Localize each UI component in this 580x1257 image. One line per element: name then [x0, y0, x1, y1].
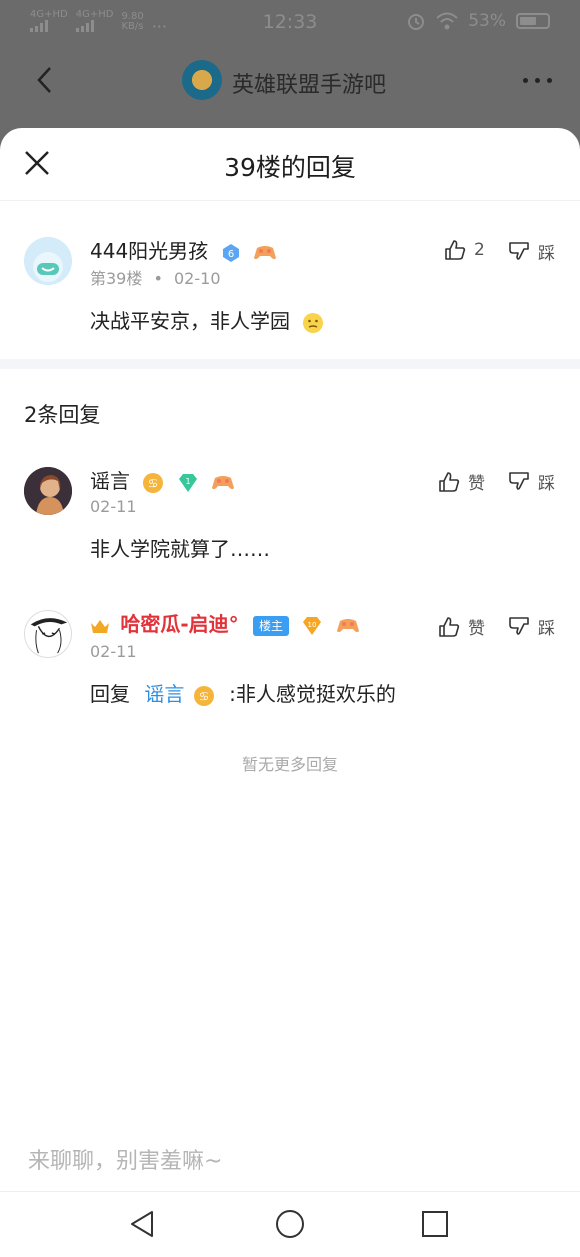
- emoji-icon: [303, 312, 324, 333]
- post-floor: 第39楼: [90, 269, 143, 288]
- reply-count-row: 2条回复: [0, 369, 580, 449]
- battery-icon: [516, 13, 550, 29]
- meta-dot: •: [153, 269, 163, 288]
- avatar[interactable]: [24, 467, 72, 515]
- reply-content: 非人学院就算了……: [90, 537, 270, 561]
- reply-level: 1: [185, 477, 190, 486]
- dislike-label: 踩: [538, 619, 555, 639]
- nav-back-icon[interactable]: [126, 1207, 160, 1241]
- like-label: 赞: [468, 619, 485, 639]
- gamepad-icon: [212, 475, 235, 489]
- alarm-icon: [408, 14, 425, 30]
- system-nav-bar: [0, 1192, 580, 1257]
- dislike-label: 踩: [538, 244, 555, 264]
- reply-item: 哈密瓜-启迪° 楼主 10 02-11 回复 谣言 ♋ :非人感觉挺欢乐的 赞 …: [0, 594, 580, 739]
- reply-suffix: :非人感觉挺欢乐的: [229, 682, 396, 706]
- dislike-button[interactable]: 踩: [508, 239, 555, 264]
- svg-text:♋: ♋: [148, 476, 159, 490]
- dislike-button[interactable]: 踩: [508, 614, 555, 639]
- sheet-header: 39楼的回复: [0, 128, 580, 201]
- section-divider: [0, 359, 580, 369]
- avatar[interactable]: [24, 610, 72, 658]
- forum-logo: [182, 60, 222, 100]
- gamepad-icon: [253, 245, 276, 259]
- post-content-text: 决战平安京，非人学园: [90, 309, 290, 333]
- avatar-sketch-icon: [30, 618, 68, 654]
- reply-sheet: 39楼的回复 444阳光男孩 6 第39楼 • 02-10 决战平安京，非人学园…: [0, 128, 580, 1257]
- reply-username[interactable]: 哈密瓜-启迪° 楼主 10: [90, 608, 360, 637]
- post-meta: 第39楼 • 02-10: [90, 265, 221, 289]
- post-content: 决战平安京，非人学园: [90, 305, 324, 334]
- reply-count: 2条回复: [24, 403, 101, 427]
- dislike-label: 踩: [538, 474, 555, 494]
- zodiac-cancer-icon: ♋: [143, 472, 164, 493]
- level-badge-icon: 10: [303, 616, 322, 635]
- post-username-text: 444阳光男孩: [90, 239, 209, 263]
- like-button[interactable]: 赞: [438, 469, 485, 494]
- post-level: 6: [227, 249, 233, 260]
- status-bar: 4G+HD 4G+HD 9.80 KB/s ··· 12:33 53%: [0, 0, 580, 46]
- svg-text:♋: ♋: [198, 689, 209, 703]
- level-badge-icon: 1: [178, 473, 197, 492]
- floor-post: 444阳光男孩 6 第39楼 • 02-10 决战平安京，非人学园 2 踩: [0, 201, 580, 359]
- mention-link[interactable]: 谣言: [144, 682, 184, 706]
- reply-username[interactable]: 谣言 ♋ 1: [90, 465, 235, 494]
- thumb-down-icon: [509, 241, 529, 260]
- wifi-icon: [436, 12, 458, 30]
- thumb-up-icon: [439, 471, 460, 492]
- owner-tag: 楼主: [253, 615, 290, 636]
- reply-username-text: 谣言: [90, 469, 130, 493]
- like-count: 2: [474, 240, 485, 260]
- post-date: 02-10: [174, 269, 221, 288]
- crown-icon: [91, 619, 109, 633]
- like-button[interactable]: 赞: [438, 614, 485, 639]
- zodiac-cancer-icon: ♋: [193, 685, 214, 706]
- dislike-button[interactable]: 踩: [508, 469, 555, 494]
- avatar[interactable]: [24, 237, 72, 285]
- like-label: 赞: [468, 474, 485, 494]
- reply-content: 回复 谣言 ♋ :非人感觉挺欢乐的: [90, 678, 396, 707]
- level-badge-icon: 6: [222, 243, 239, 262]
- reply-prefix: 回复: [90, 682, 130, 706]
- reply-item: 谣言 ♋ 1 02-11 非人学院就算了…… 赞 踩: [0, 449, 580, 594]
- reply-level: 10: [308, 621, 317, 629]
- thumb-down-icon: [509, 616, 529, 635]
- thumb-up-icon: [445, 240, 466, 260]
- reply-date: 02-11: [90, 497, 137, 516]
- nav-recents-icon[interactable]: [418, 1207, 452, 1241]
- no-more-replies: 暂无更多回复: [241, 755, 338, 774]
- app-bar: 英雄联盟手游吧: [0, 52, 580, 110]
- avatar-face-icon: [24, 237, 72, 285]
- nav-home-icon[interactable]: [273, 1207, 307, 1241]
- back-arrow-icon[interactable]: [30, 64, 62, 96]
- battery-percent: 53%: [468, 11, 506, 31]
- like-button[interactable]: 2: [444, 239, 485, 261]
- reply-username-text: 哈密瓜-启迪°: [120, 612, 239, 636]
- input-placeholder: 来聊聊，别害羞嘛~: [28, 1149, 223, 1174]
- gamepad-icon: [336, 618, 359, 632]
- reply-date: 02-11: [90, 642, 137, 661]
- forum-title: 英雄联盟手游吧: [232, 73, 387, 98]
- post-username[interactable]: 444阳光男孩 6: [90, 235, 277, 264]
- status-right: 53%: [406, 11, 550, 31]
- thumb-down-icon: [509, 471, 529, 490]
- avatar-photo-icon: [24, 467, 72, 515]
- more-options-icon[interactable]: [523, 78, 552, 83]
- thumb-up-icon: [439, 616, 460, 637]
- sheet-title: 39楼的回复: [224, 153, 356, 182]
- reply-input[interactable]: 来聊聊，别害羞嘛~: [0, 1131, 580, 1192]
